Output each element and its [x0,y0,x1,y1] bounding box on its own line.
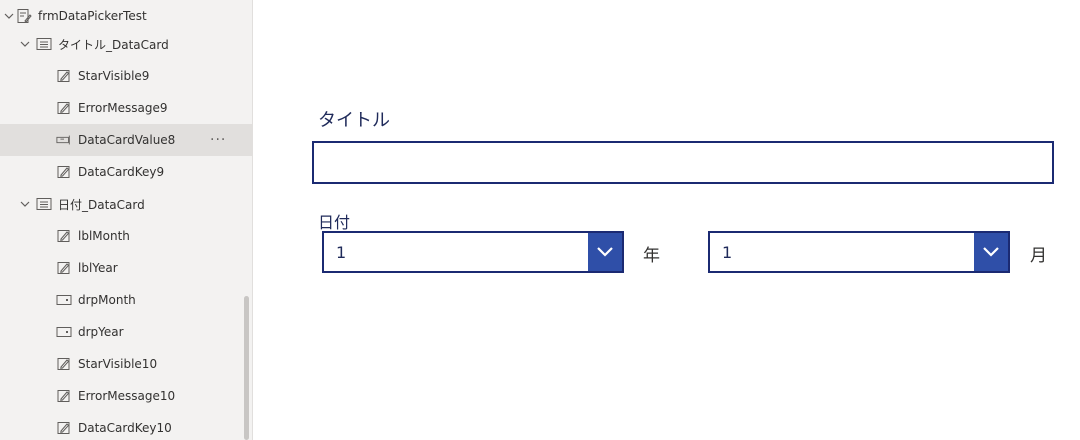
tree-item-datacardvalue8[interactable]: DataCardValue8 ··· [0,124,252,156]
tree-item-label: drpMonth [78,293,136,307]
tree-item-datacardkey10[interactable]: DataCardKey10 [0,412,252,440]
tree-item-errormessage10[interactable]: ErrorMessage10 [0,380,252,412]
datacard-icon [36,36,52,52]
tree-item-label: タイトル_DataCard [58,37,169,52]
title-text-input[interactable] [312,141,1054,184]
form-icon [16,8,32,24]
tree-item-label: DataCardKey10 [78,421,172,435]
label-edit-icon [56,100,72,116]
tree-item-lblyear[interactable]: lblYear [0,252,252,284]
app-canvas [253,0,1080,440]
chevron-down-icon[interactable] [974,233,1008,271]
chevron-down-icon[interactable] [20,199,30,209]
tree-item-drpyear[interactable]: drpYear [0,316,252,348]
more-options-icon[interactable]: ··· [210,132,226,148]
year-dropdown[interactable]: 1 [322,231,624,273]
tree-item-datacard[interactable]: タイトル_DataCard [0,28,252,60]
month-unit-label: 月 [1030,246,1047,266]
date-label: 日付 [318,213,351,232]
label-edit-icon [56,228,72,244]
tree-view-panel: frmDataPickerTest タイトル_DataCard StarVisibl… [0,0,253,440]
tree-item-label: ErrorMessage10 [78,389,176,403]
chevron-down-icon[interactable] [4,11,14,21]
label-edit-icon [56,420,72,436]
tree-item-starvisible9[interactable]: StarVisible9 [0,60,252,92]
label-edit-icon [56,164,72,180]
label-edit-icon [56,356,72,372]
title-label: タイトル [318,110,390,131]
tree-item-label: StarVisible9 [78,69,150,83]
label-edit-icon [56,388,72,404]
chevron-down-icon[interactable] [20,39,30,49]
textinput-icon [56,132,72,148]
tree-scrollbar[interactable] [244,296,249,440]
month-dropdown[interactable]: 1 [708,231,1010,273]
label-edit-icon [56,260,72,276]
tree-item-lblmonth[interactable]: lblMonth [0,220,252,252]
year-unit-label: 年 [643,246,660,266]
tree-item-errormessage9[interactable]: ErrorMessage9 [0,92,252,124]
dropdown-control-icon [56,292,72,308]
tree-item-label: StarVisible10 [78,357,158,371]
tree-item-datacard[interactable]: 日付_DataCard [0,188,252,220]
year-dropdown-value: 1 [336,243,347,262]
tree-item-label: lblMonth [78,229,130,243]
datacard-icon [36,196,52,212]
tree-item-label: DataCardKey9 [78,165,165,179]
month-dropdown-value: 1 [722,243,733,262]
tree-item-label: frmDataPickerTest [38,9,147,23]
tree-item-label: lblYear [78,261,118,275]
tree-item-label: DataCardValue8 [78,133,176,147]
tree-item-drpmonth[interactable]: drpMonth [0,284,252,316]
chevron-down-icon[interactable] [588,233,622,271]
dropdown-control-icon [56,324,72,340]
tree-item-label: 日付_DataCard [58,197,145,212]
tree-item-label: ErrorMessage9 [78,101,168,115]
tree-item-label: drpYear [78,325,124,339]
tree-item-starvisible10[interactable]: StarVisible10 [0,348,252,380]
label-edit-icon [56,68,72,84]
tree-item-datacardkey9[interactable]: DataCardKey9 [0,156,252,188]
